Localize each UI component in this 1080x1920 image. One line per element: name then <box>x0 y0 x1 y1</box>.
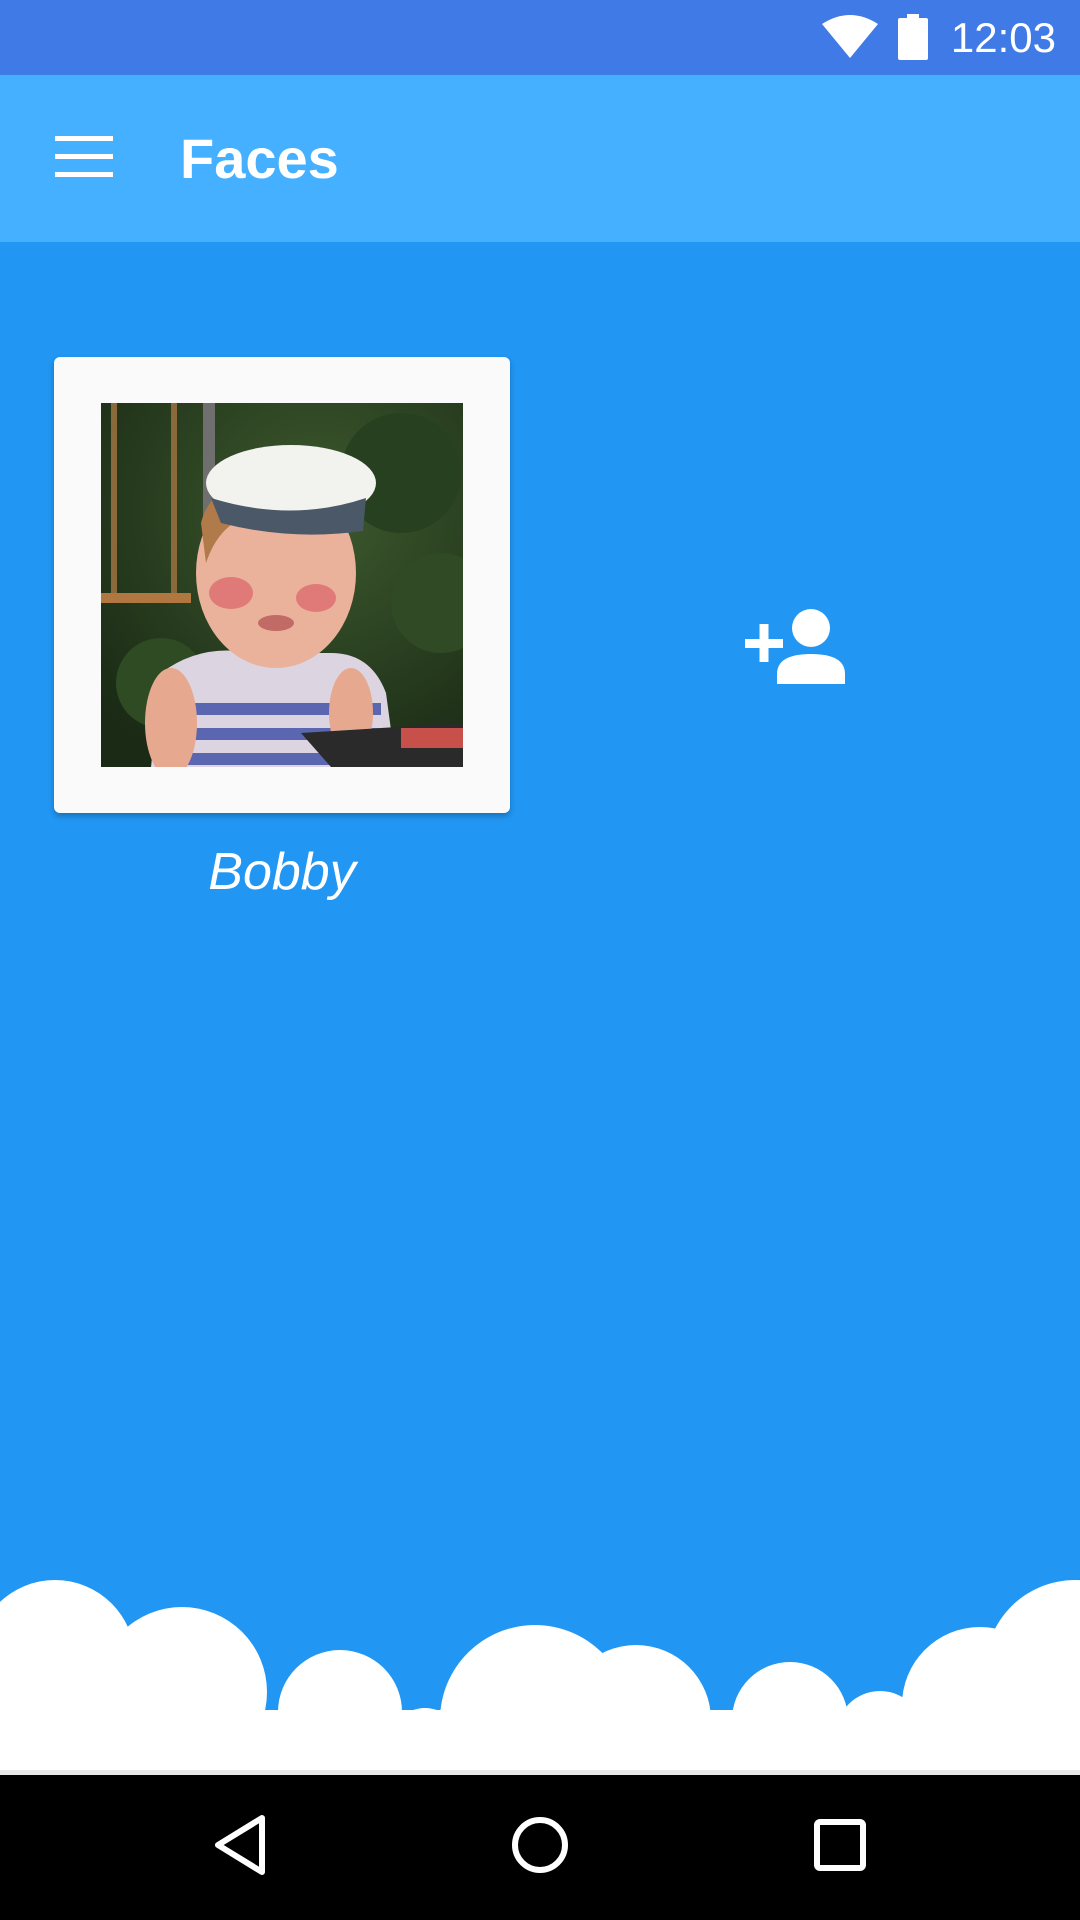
face-photo-image <box>101 403 463 767</box>
home-icon <box>511 1816 569 1879</box>
recents-button[interactable] <box>790 1797 890 1897</box>
menu-button[interactable] <box>40 115 128 203</box>
battery-icon <box>898 14 928 65</box>
home-button[interactable] <box>490 1797 590 1897</box>
menu-icon <box>55 135 113 183</box>
app-bar: Faces <box>0 75 1080 242</box>
page-title: Faces <box>180 127 339 190</box>
back-button[interactable] <box>190 1797 290 1897</box>
face-photo <box>101 403 463 767</box>
back-icon <box>212 1814 268 1881</box>
faces-screen: 12:03 Faces Bobby <box>0 0 1080 1920</box>
add-person-icon <box>743 608 847 689</box>
nav-bar <box>0 1775 1080 1920</box>
status-time: 12:03 <box>950 14 1056 61</box>
status-bar: 12:03 <box>0 0 1080 75</box>
clouds-decoration <box>0 1580 1080 1775</box>
face-name: Bobby <box>208 843 356 901</box>
wifi-icon <box>820 14 880 63</box>
add-person-button[interactable] <box>735 598 855 698</box>
recents-icon <box>814 1818 866 1876</box>
face-card[interactable] <box>54 357 510 813</box>
